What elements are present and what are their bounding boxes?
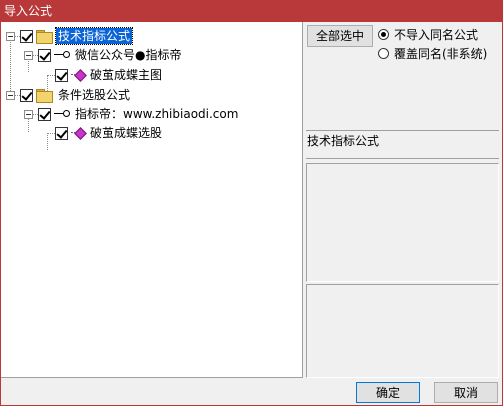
node-checkbox[interactable] — [20, 29, 33, 43]
node-checkbox[interactable] — [38, 48, 51, 62]
formula-description-box — [306, 163, 499, 282]
radio-label: 不导入同名公式 — [394, 28, 479, 42]
cancel-button[interactable]: 取消 — [434, 382, 498, 403]
radio-button[interactable] — [378, 29, 389, 40]
node-checkbox[interactable] — [20, 88, 33, 102]
tree-node-label[interactable]: 微信公众号●指标帝 — [73, 47, 183, 63]
collapse-icon[interactable] — [6, 31, 15, 41]
window-title: 导入公式 — [0, 0, 503, 22]
tree-node-label[interactable]: 破茧成蝶选股 — [88, 125, 164, 141]
collapse-icon[interactable] — [24, 109, 33, 119]
formula-category-label: 技术指标公式 — [307, 134, 380, 148]
node-checkbox[interactable] — [55, 68, 68, 82]
collapse-icon[interactable] — [24, 50, 33, 60]
divider — [306, 130, 499, 131]
radio-overwrite-duplicates[interactable]: 覆盖同名(非系统) — [378, 45, 487, 62]
divider — [306, 158, 499, 159]
tree-node-label[interactable]: 指标帝：www.zhibiaodi.com — [73, 106, 240, 122]
tree-connector — [47, 74, 55, 76]
import-formula-dialog: 技术指标公式 微信公众号●指标帝 破茧成蝶主图 条件选股公式 指标帝：www.z… — [0, 22, 503, 406]
radio-button[interactable] — [378, 48, 389, 59]
tree-node-label[interactable]: 破茧成蝶主图 — [88, 67, 164, 83]
node-checkbox[interactable] — [38, 107, 51, 121]
folder-icon — [36, 89, 53, 103]
key-icon — [54, 49, 70, 61]
tree-node-author[interactable]: 指标帝：www.zhibiaodi.com — [24, 105, 240, 123]
tree-node-screening-formulas[interactable]: 条件选股公式 — [6, 86, 132, 104]
select-all-button[interactable]: 全部选中 — [307, 25, 373, 47]
key-icon — [54, 108, 70, 120]
collapse-icon[interactable] — [6, 90, 15, 100]
tree-node-author[interactable]: 微信公众号●指标帝 — [24, 46, 183, 64]
node-checkbox[interactable] — [55, 126, 68, 140]
tree-node-label[interactable]: 技术指标公式 — [54, 27, 134, 45]
tree-node-formula[interactable]: 破茧成蝶主图 — [47, 66, 164, 84]
formula-params-box — [306, 284, 499, 378]
radio-no-import-duplicates[interactable]: 不导入同名公式 — [378, 26, 478, 43]
folder-icon — [36, 30, 53, 44]
radio-label: 覆盖同名(非系统) — [394, 47, 488, 61]
tree-node-indicator-formulas[interactable]: 技术指标公式 — [6, 27, 134, 45]
formula-tree[interactable]: 技术指标公式 微信公众号●指标帝 破茧成蝶主图 条件选股公式 指标帝：www.z… — [1, 22, 303, 378]
ok-button[interactable]: 确定 — [356, 382, 420, 403]
formula-icon — [71, 127, 85, 139]
tree-node-label[interactable]: 条件选股公式 — [56, 87, 132, 103]
tree-node-formula[interactable]: 破茧成蝶选股 — [47, 124, 164, 142]
tree-connector — [47, 132, 55, 134]
formula-icon — [71, 69, 85, 81]
